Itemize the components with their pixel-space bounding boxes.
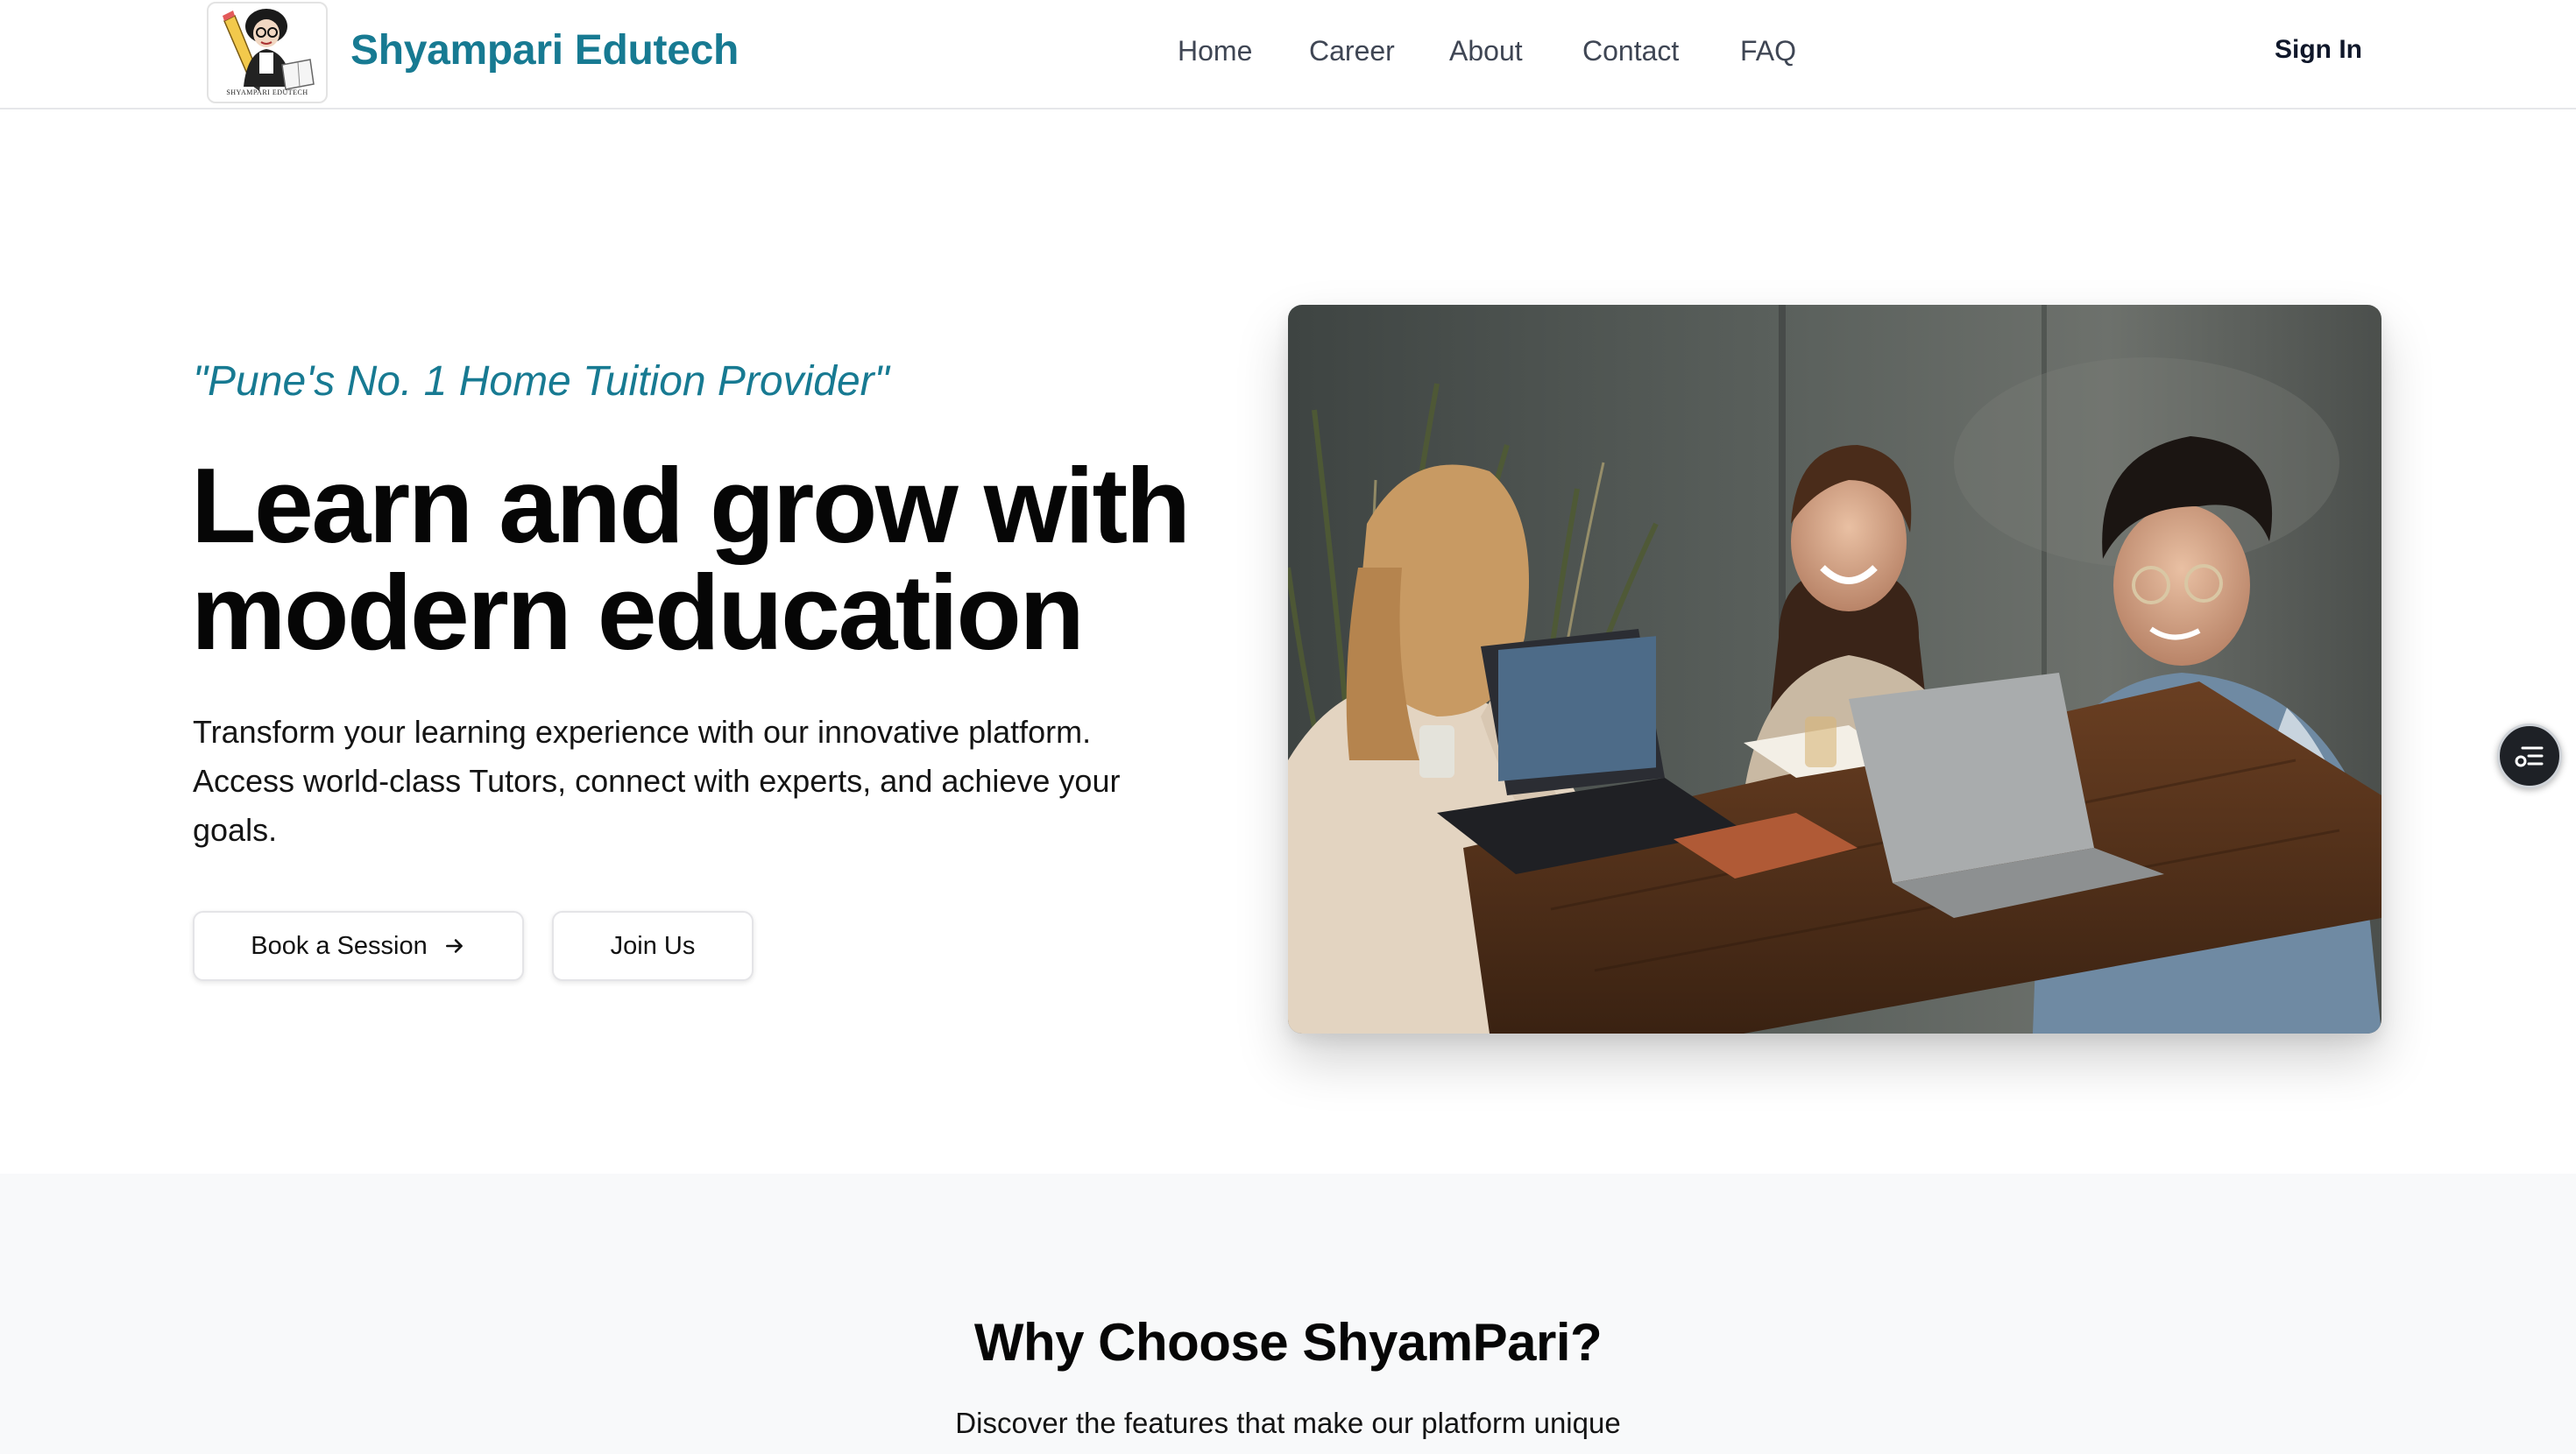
nav-home[interactable]: Home [1178, 35, 1252, 67]
join-us-button[interactable]: Join Us [552, 911, 754, 981]
book-session-label: Book a Session [251, 931, 428, 960]
site-header: SHYAMPARI EDUTECH Shyampari Edutech Home… [0, 0, 2576, 109]
brand-name[interactable]: Shyampari Edutech [350, 26, 739, 74]
students-laptop-photo [1288, 305, 2381, 1034]
floating-menu-button[interactable] [2497, 723, 2562, 788]
nav-career[interactable]: Career [1309, 35, 1395, 67]
hero-headline: Learn and grow with modern education [191, 452, 1242, 666]
nav-about[interactable]: About [1449, 35, 1523, 67]
features-title: Why Choose ShyamPari? [973, 1313, 1603, 1372]
join-us-label: Join Us [610, 931, 696, 960]
hero-description: Transform your learning experience with … [193, 714, 1121, 848]
logo-text: SHYAMPARI EDUTECH [226, 88, 308, 96]
book-session-button[interactable]: Book a Session [193, 911, 524, 981]
nav-faq[interactable]: FAQ [1740, 35, 1796, 67]
hero-headline-line-1: Learn and grow with [191, 446, 1191, 565]
list-filter-icon [2515, 746, 2544, 767]
nav-contact[interactable]: Contact [1582, 35, 1679, 67]
hero-tagline: "Pune's No. 1 Home Tuition Provider" [193, 358, 889, 405]
arrow-right-icon [445, 939, 463, 953]
sign-in-link[interactable]: Sign In [2275, 35, 2362, 65]
hero-headline-line-2: modern education [191, 553, 1085, 672]
logo[interactable]: SHYAMPARI EDUTECH [207, 2, 328, 103]
features-section: Why Choose ShyamPari? Discover the featu… [0, 1174, 2576, 1454]
hero-photo [1288, 305, 2381, 1034]
features-subtitle: Discover the features that make our plat… [955, 1407, 1621, 1439]
